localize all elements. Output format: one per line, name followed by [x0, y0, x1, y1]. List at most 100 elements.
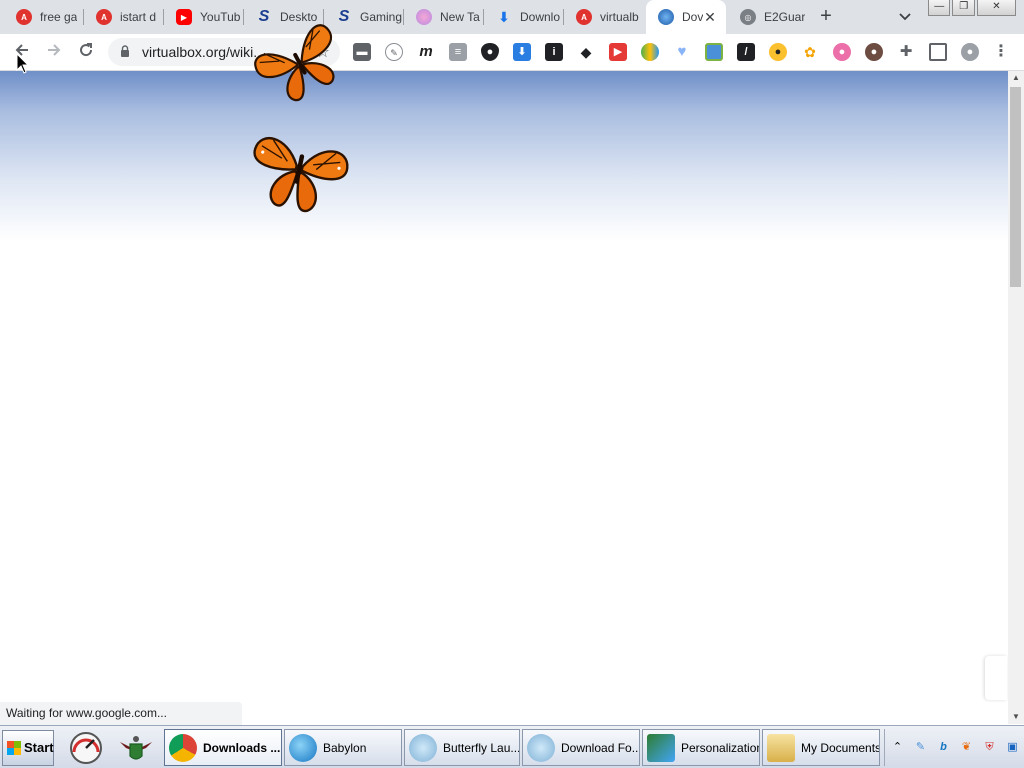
taskbar-item-label: Download Fo... — [561, 740, 640, 755]
taskbar-item-label: Personalization — [681, 740, 760, 755]
cloud-icon[interactable] — [641, 43, 659, 61]
palette-icon[interactable]: ✿ — [801, 43, 819, 61]
butterfly-icon — [253, 137, 349, 213]
chevron-down-icon — [899, 13, 911, 21]
slash-icon[interactable]: / — [737, 43, 755, 61]
taskbar-item-babylon[interactable]: Babylon — [284, 729, 402, 766]
tray-butterfly-icon[interactable]: ❦ — [958, 739, 975, 756]
window-controls: — ❐ ✕ — [928, 0, 1018, 18]
eagle-shield-icon[interactable] — [118, 730, 154, 766]
menu-icon[interactable]: ⋮ — [993, 43, 1009, 61]
close-window-button[interactable]: ✕ — [976, 0, 1016, 16]
tab-new-tab[interactable]: New Ta — [404, 0, 484, 34]
tray-expand-icon[interactable]: ⌃ — [889, 739, 906, 756]
butterfly-launcher-icon — [409, 733, 437, 762]
stripes-icon[interactable]: ≡ — [449, 43, 467, 61]
graduation-icon[interactable]: ◆ — [577, 43, 595, 61]
shield-icon[interactable]: ● — [481, 43, 499, 61]
download-folder-icon — [527, 733, 555, 762]
ask-icon: A — [96, 9, 112, 25]
tab-title: Downlo — [520, 10, 561, 24]
chrome-icon — [169, 733, 197, 762]
forward-button[interactable] — [42, 40, 66, 64]
newtab-icon — [416, 9, 432, 25]
video-icon[interactable]: ▶ — [609, 43, 627, 61]
taskbar-item-download-folder[interactable]: Download Fo... — [522, 729, 640, 766]
taskbar-item-downloads[interactable]: Downloads ... — [164, 729, 282, 766]
new-tab-button[interactable]: + — [814, 5, 838, 29]
page-scrollbar[interactable]: ▲ ▼ — [1008, 71, 1024, 724]
globe-icon: ◎ — [740, 9, 756, 25]
speedometer-icon[interactable] — [68, 730, 104, 766]
scroll-thumb[interactable] — [1010, 87, 1021, 287]
tab-search-button[interactable] — [894, 6, 916, 28]
tab-title: YouTub — [200, 10, 241, 24]
compass-icon[interactable]: ✎ — [385, 43, 403, 61]
scroll-down-arrow-icon[interactable]: ▼ — [1008, 710, 1024, 724]
side-panel-tab[interactable] — [985, 656, 1007, 700]
tab-youtube[interactable]: ▶ YouTub — [164, 0, 244, 34]
mouse-cursor-icon — [16, 53, 30, 74]
taskbar-item-personalization[interactable]: Personalization — [642, 729, 760, 766]
tray-pen-icon[interactable]: ✎ — [912, 739, 929, 756]
system-tray: ⌃ ✎ b ❦ ⛨ ▣ — [884, 729, 1024, 766]
taskbar: Start Downloads ... Babylon Butterfly La… — [0, 725, 1024, 768]
download-arrow-icon[interactable]: ⬇ — [513, 43, 531, 61]
ask-icon: A — [16, 9, 32, 25]
folder-icon[interactable]: ▬ — [353, 43, 371, 61]
babylon-icon — [289, 733, 317, 762]
reload-button[interactable] — [74, 40, 98, 64]
ninja-icon[interactable]: ● — [769, 43, 787, 61]
tab-close-icon[interactable]: ✕ — [702, 9, 718, 25]
tab-istart[interactable]: A istart d — [84, 0, 164, 34]
minimize-button[interactable]: — — [928, 0, 951, 16]
folder-icon — [767, 733, 795, 762]
start-label: Start — [24, 740, 54, 755]
taskbar-item-butterfly-launcher[interactable]: Butterfly Lau... — [404, 729, 520, 766]
tray-network-icon[interactable]: ▣ — [1004, 739, 1021, 756]
tab-downloads[interactable]: ⬇ Downlo — [484, 0, 564, 34]
restore-button[interactable]: ❐ — [952, 0, 975, 16]
start-button[interactable]: Start — [2, 730, 54, 766]
scroll-up-arrow-icon[interactable]: ▲ — [1008, 71, 1024, 85]
tab-e2guardian[interactable]: ◎ E2Guar — [728, 0, 808, 34]
tab-title: Dov — [682, 10, 704, 24]
avatar-bear-icon[interactable]: ● — [833, 43, 851, 61]
ask-icon: A — [576, 9, 592, 25]
tab-title: free ga — [40, 10, 78, 24]
butterfly-icon — [254, 24, 335, 102]
taskbar-item-label: Downloads ... — [203, 740, 281, 755]
globe-icon — [658, 9, 674, 25]
lock-icon — [121, 45, 129, 57]
tab-title: istart d — [120, 10, 157, 24]
tray-shield-icon[interactable]: ⛨ — [981, 739, 998, 756]
puzzle-icon[interactable]: ✚ — [897, 43, 915, 61]
page-content — [0, 71, 1008, 702]
tab-virtualbox-search[interactable]: A virtualb — [564, 0, 644, 34]
tab-title: E2Guar — [764, 10, 806, 24]
taskbar-item-label: My Documents — [801, 740, 880, 755]
taskbar-item-label: Butterfly Lau... — [443, 740, 520, 755]
taskbar-item-label: Babylon — [323, 740, 367, 755]
sidepanel-icon[interactable] — [929, 43, 947, 61]
info-icon[interactable]: i — [545, 43, 563, 61]
tab-strip: A free ga A istart d ▶ YouTub S Deskto S… — [0, 0, 1024, 34]
url-text: virtualbox.org/wiki... — [142, 44, 265, 60]
youtube-icon: ▶ — [176, 9, 192, 25]
browser-toolbar: virtualbox.org/wiki... ☆ ▬ ✎ m ≡ ● ⬇ i ◆… — [0, 34, 1024, 71]
tray-babylon-icon[interactable]: b — [935, 739, 952, 756]
tab-active-download[interactable]: Dov ✕ — [646, 0, 726, 34]
status-bubble: Waiting for www.google.com... — [0, 702, 242, 725]
profile-icon[interactable]: ● — [961, 43, 979, 61]
tab-free-games[interactable]: A free ga — [4, 0, 84, 34]
heart-icon[interactable]: ♥ — [673, 43, 691, 61]
bear-icon[interactable]: ● — [865, 43, 883, 61]
taskbar-item-my-documents[interactable]: My Documents — [762, 729, 880, 766]
reload-icon — [80, 43, 93, 57]
download-icon: ⬇ — [498, 8, 510, 25]
tab-title: virtualb — [600, 10, 639, 24]
forward-arrow-icon — [48, 44, 61, 56]
m-icon[interactable]: m — [417, 43, 435, 61]
windows-flag-icon — [7, 741, 21, 755]
screen-icon[interactable] — [705, 43, 723, 61]
